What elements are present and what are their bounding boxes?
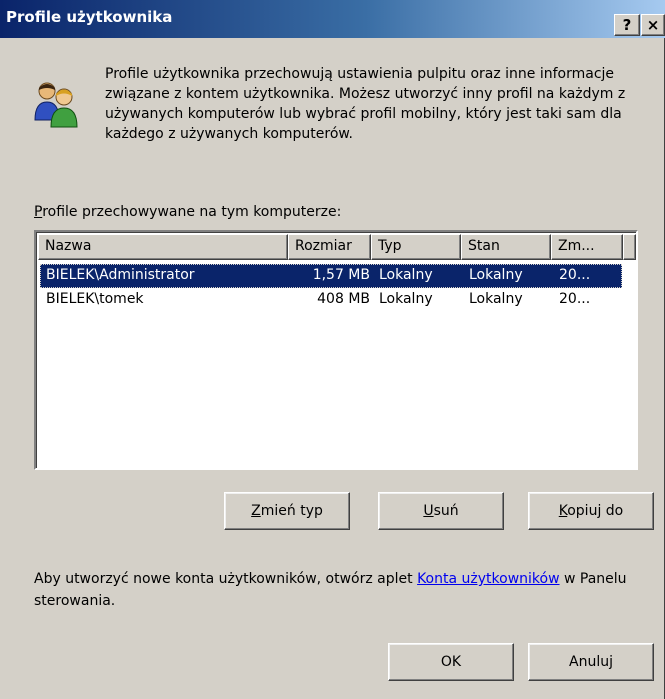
list-header: Nazwa Rozmiar Typ Stan Zm... [38,234,636,260]
profiles-list[interactable]: Nazwa Rozmiar Typ Stan Zm... BIELEK\Admi… [34,230,638,470]
column-header-type[interactable]: Typ [371,234,461,260]
info-text-before: Aby utworzyć nowe konta użytkowników, ot… [34,571,418,587]
profiles-label-text: rofile przechowywane na tym komputerze: [42,204,342,220]
cell-name: BIELEK\tomek [46,291,144,307]
description-text: Profile użytkownika przechowują ustawien… [105,66,626,142]
column-header-status[interactable]: Stan [461,234,551,260]
table-row[interactable]: BIELEK\tomek 408 MB Lokalny Lokalny 20..… [40,288,622,312]
cell-modified: 20... [559,267,591,283]
window-title: Profile użytkownika [6,8,173,26]
title-bar[interactable]: Profile użytkownika ? × [0,0,665,38]
cell-type: Lokalny [379,267,433,283]
copy-to-button[interactable]: Kopiuj do [528,492,654,530]
column-header-modified[interactable]: Zm... [551,234,623,260]
cell-status: Lokalny [469,267,523,283]
profiles-list-label: Profile przechowywane na tym komputerze: [34,204,341,220]
user-accounts-link[interactable]: Konta użytkowników [417,571,559,587]
delete-button[interactable]: Usuń [378,492,504,530]
user-profiles-dialog: Profile użytkownika ? × Profile użytkown… [0,0,665,699]
change-type-label: mień typ [260,503,323,519]
cancel-button[interactable]: Anuluj [528,643,654,681]
table-row[interactable]: BIELEK\Administrator 1,57 MB Lokalny Lok… [40,264,622,288]
cell-size: 1,57 MB [312,267,370,283]
cell-type: Lokalny [379,291,433,307]
profiles-label-accel: P [34,204,43,220]
column-header-name[interactable]: Nazwa [38,234,288,260]
column-header-filler [623,234,636,260]
column-header-size[interactable]: Rozmiar [288,234,371,260]
cell-modified: 20... [559,291,591,307]
delete-label: suń [433,503,459,519]
close-button[interactable]: × [641,14,665,36]
user-profiles-icon [34,80,78,130]
copy-to-accel: K [558,503,568,519]
cell-size: 408 MB [317,291,370,307]
change-type-accel: Z [251,503,261,519]
copy-to-label: opiuj do [567,503,624,519]
help-button[interactable]: ? [614,14,640,36]
change-type-button[interactable]: Zmień typ [224,492,350,530]
cell-name: BIELEK\Administrator [46,267,195,283]
ok-button[interactable]: OK [388,643,514,681]
info-text: Aby utworzyć nowe konta użytkowników, ot… [34,568,634,612]
delete-accel: U [423,503,434,519]
cell-status: Lokalny [469,291,523,307]
